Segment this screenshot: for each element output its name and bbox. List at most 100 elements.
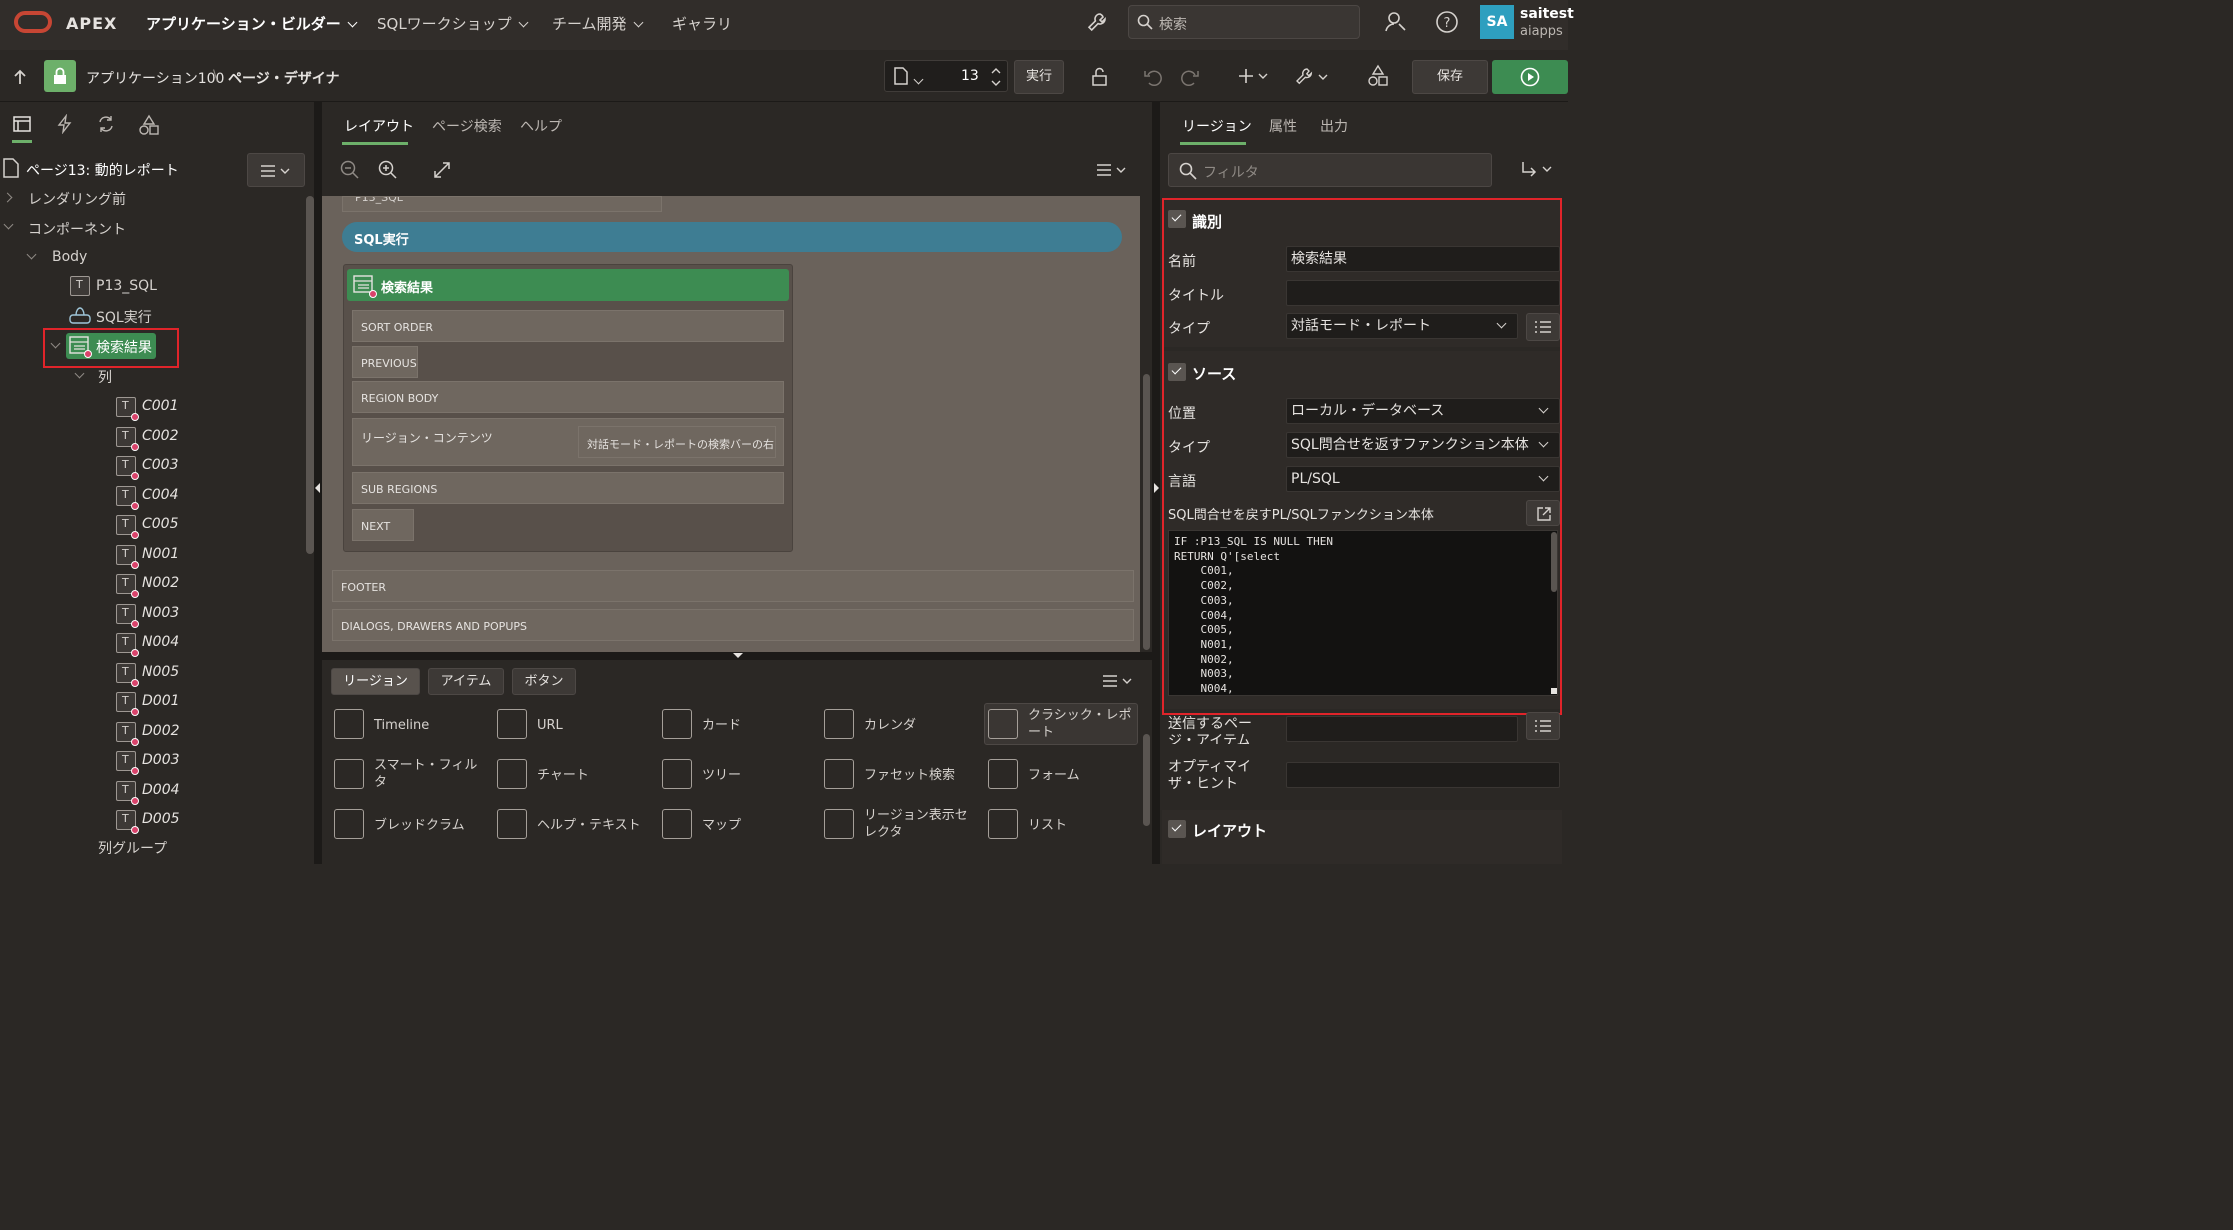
tree-column-item[interactable]: N002 (114, 574, 234, 598)
save-and-run-button[interactable] (1492, 60, 1568, 94)
section-layout[interactable]: レイアウト (1192, 820, 1267, 841)
gallery-item[interactable]: スマート・フィルタ (334, 758, 484, 793)
arrow-up-icon[interactable] (12, 68, 28, 86)
canvas-scrollbar[interactable] (1143, 374, 1150, 650)
tree-column-item[interactable]: C001 (114, 397, 234, 421)
zoom-in-icon[interactable] (378, 160, 398, 180)
tree-column-item[interactable]: N001 (114, 544, 234, 569)
tree-column-item[interactable]: D004 (114, 780, 234, 805)
gallery-menu-icon[interactable] (1102, 674, 1136, 688)
page-selector[interactable]: 13 (884, 60, 1008, 92)
user-name[interactable]: saitest (1520, 6, 1574, 22)
tab-region[interactable]: リージョン (1182, 116, 1252, 136)
tree-column-item[interactable]: D002 (114, 721, 234, 746)
left-splitter[interactable] (314, 102, 322, 864)
run-page-button[interactable]: 実行 (1014, 60, 1064, 94)
gallery-item[interactable]: フォーム (988, 759, 1138, 793)
layout-menu-icon[interactable] (1096, 163, 1130, 177)
tree-columns[interactable]: 列 (98, 367, 112, 387)
nav-team-dev[interactable]: チーム開発 (552, 13, 644, 34)
processing-tab-icon[interactable] (96, 114, 116, 134)
expand-icon[interactable] (432, 160, 452, 180)
utilities-menu-icon[interactable] (1294, 66, 1334, 88)
gallery-tab-items[interactable]: アイテム (428, 668, 504, 695)
tree-column-item[interactable]: C003 (114, 456, 234, 480)
gallery-item[interactable]: リージョン表示セレクタ (824, 808, 974, 843)
gallery-item[interactable]: カレンダ (824, 709, 974, 743)
global-search-input[interactable]: 検索 (1128, 5, 1360, 39)
shared-components-icon[interactable] (1366, 64, 1390, 88)
slot-search-bar-right[interactable]: 対話モード・レポートの検索バーの右 (578, 426, 776, 458)
tree-before-rendering[interactable]: レンダリング前 (28, 189, 126, 209)
admin-user-icon[interactable] (1384, 10, 1408, 34)
tab-layout[interactable]: レイアウト (344, 116, 414, 136)
gallery-item[interactable]: ヘルプ・テキスト (497, 809, 647, 843)
apex-brand[interactable]: APEX (66, 14, 117, 33)
user-avatar[interactable]: SA (1480, 5, 1514, 39)
report-region-header[interactable]: 検索結果 (347, 269, 789, 301)
app-lock-button[interactable] (44, 60, 76, 92)
items-list-button[interactable] (1526, 712, 1560, 740)
tree-body[interactable]: Body (52, 249, 87, 265)
undo-icon[interactable] (1143, 67, 1163, 87)
gallery-item[interactable]: ファセット検索 (824, 759, 974, 793)
nav-app-builder[interactable]: アプリケーション・ビルダー (146, 13, 358, 34)
tree-column-item[interactable]: N004 (114, 633, 234, 657)
slot-sort-order[interactable]: SORT ORDER (352, 310, 784, 342)
unlock-icon[interactable] (1090, 67, 1110, 87)
page-number-input[interactable]: 13 (961, 68, 979, 84)
tree-column-item[interactable]: N003 (114, 603, 234, 628)
zoom-out-icon[interactable] (340, 160, 360, 180)
gallery-item[interactable]: クラシック・レポート (988, 708, 1138, 743)
tab-attributes[interactable]: 属性 (1269, 116, 1297, 136)
gallery-item[interactable]: チャート (497, 759, 647, 793)
nav-gallery[interactable]: ギャラリ (672, 13, 732, 34)
bottom-splitter[interactable] (322, 652, 1152, 660)
tree-p13-sql[interactable]: P13_SQL (96, 278, 157, 294)
gallery-item[interactable]: Timeline (334, 709, 484, 743)
gallery-item[interactable]: リスト (988, 809, 1138, 843)
page-stepper-icon[interactable] (989, 64, 1003, 90)
gallery-scrollbar[interactable] (1143, 734, 1150, 826)
rendering-tab-icon[interactable] (12, 114, 32, 134)
page-shared-components-tab-icon[interactable] (138, 114, 160, 136)
gallery-item[interactable]: マップ (662, 809, 812, 843)
right-splitter[interactable] (1152, 102, 1160, 864)
tree-components[interactable]: コンポーネント (28, 219, 126, 239)
tree-column-item[interactable]: D003 (114, 751, 234, 775)
gallery-tab-regions[interactable]: リージョン (331, 668, 420, 695)
nav-sql-workshop[interactable]: SQLワークショップ (377, 13, 529, 34)
tree-column-group[interactable]: 列グループ (98, 838, 167, 858)
save-button[interactable]: 保存 (1412, 60, 1488, 94)
tree-column-item[interactable]: D005 (114, 810, 234, 834)
button-region-sql-exec[interactable]: SQL実行 (342, 222, 1122, 252)
slot-next[interactable]: NEXT (352, 509, 414, 541)
page-title[interactable]: ページ13: 動的レポート (26, 160, 179, 180)
slot-region-body[interactable]: REGION BODY (352, 381, 784, 413)
add-menu-icon[interactable] (1236, 66, 1272, 86)
tree-column-item[interactable]: C005 (114, 515, 234, 539)
partial-item-slot[interactable]: P13_SQL (342, 196, 662, 212)
go-to-group-icon[interactable] (1520, 160, 1556, 180)
gallery-item[interactable]: ブレッドクラム (334, 809, 484, 843)
property-filter-input[interactable]: フィルタ (1168, 153, 1492, 187)
optimizer-hint-field[interactable] (1286, 762, 1560, 788)
left-scrollbar[interactable] (306, 196, 314, 554)
tree-sql-exec[interactable]: SQL実行 (96, 307, 152, 327)
dynamic-actions-tab-icon[interactable] (55, 114, 75, 134)
slot-previous[interactable]: PREVIOUS (352, 346, 418, 378)
slot-sub-regions[interactable]: SUB REGIONS (352, 472, 784, 504)
oracle-logo-icon[interactable] (14, 11, 52, 33)
collapse-toggle-icon[interactable] (1168, 820, 1186, 838)
redo-icon[interactable] (1180, 67, 1200, 87)
tree-column-item[interactable]: C002 (114, 426, 234, 451)
help-icon[interactable]: ? (1435, 10, 1459, 34)
tree-menu-button[interactable] (247, 153, 305, 187)
gallery-item[interactable]: カード (662, 709, 812, 743)
tree-column-item[interactable]: N005 (114, 662, 234, 687)
wrench-icon[interactable] (1086, 11, 1108, 33)
tree-column-item[interactable]: D001 (114, 692, 234, 716)
slot-dialogs[interactable]: DIALOGS, DRAWERS AND POPUPS (332, 609, 1134, 641)
tab-page-search[interactable]: ページ検索 (432, 116, 502, 136)
gallery-item[interactable]: ツリー (662, 759, 812, 793)
